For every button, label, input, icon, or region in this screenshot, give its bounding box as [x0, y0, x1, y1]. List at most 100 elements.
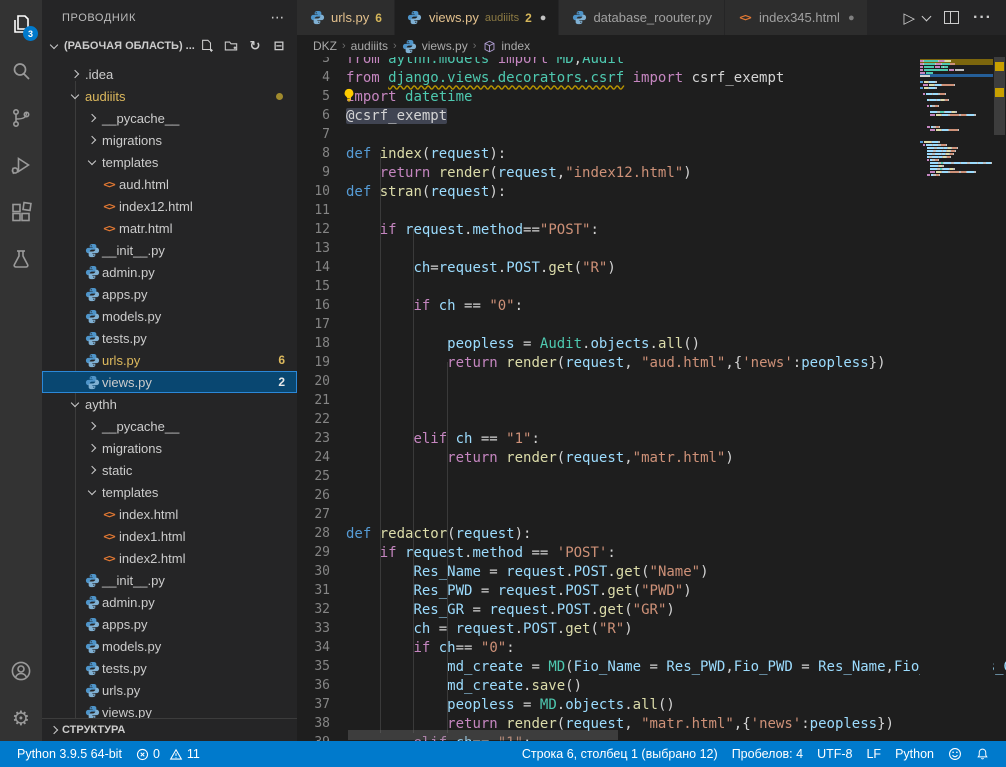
- tab-views-py[interactable]: views.pyaudiiits2●: [395, 0, 559, 35]
- tree-item-migrations[interactable]: migrations: [42, 437, 297, 459]
- tree-item-index2-html[interactable]: <>index2.html: [42, 547, 297, 569]
- tree-item-urls-py[interactable]: urls.py: [42, 679, 297, 701]
- tree-item-templates[interactable]: templates: [42, 151, 297, 173]
- code-line-17[interactable]: 17: [297, 315, 1006, 334]
- code-line-6[interactable]: 6@csrf_exempt: [297, 106, 1006, 125]
- code-line-32[interactable]: 32 Res_GR = request.POST.get("GR"): [297, 600, 1006, 619]
- tree-item-index-html[interactable]: <>index.html: [42, 503, 297, 525]
- tree-item-urls-py[interactable]: urls.py6: [42, 349, 297, 371]
- explorer-icon[interactable]: 3: [0, 0, 42, 47]
- code-line-8[interactable]: 8def index(request):: [297, 144, 1006, 163]
- encoding-setting[interactable]: UTF-8: [810, 741, 859, 767]
- code-line-29[interactable]: 29 if request.method == 'POST':: [297, 543, 1006, 562]
- code-line-34[interactable]: 34 if ch== "0":: [297, 638, 1006, 657]
- code-line-13[interactable]: 13: [297, 239, 1006, 258]
- tab-index345-html[interactable]: <>index345.html●: [725, 0, 868, 35]
- more-actions-icon[interactable]: ···: [973, 9, 992, 27]
- breadcrumb-item-dkz[interactable]: DKZ: [313, 39, 337, 53]
- problems-indicator[interactable]: 0 11: [129, 741, 207, 767]
- code-line-33[interactable]: 33 ch = request.POST.get("R"): [297, 619, 1006, 638]
- code-line-31[interactable]: 31 Res_PWD = request.POST.get("PWD"): [297, 581, 1006, 600]
- dirty-dot-icon[interactable]: ●: [540, 12, 547, 24]
- workspace-section-header[interactable]: (РАБОЧАЯ ОБЛАСТЬ) ... ↻ ⊟: [42, 35, 297, 57]
- code-line-14[interactable]: 14 ch=request.POST.get("R"): [297, 258, 1006, 277]
- outline-section-header[interactable]: СТРУКТУРА: [42, 718, 297, 741]
- tree-item-admin-py[interactable]: admin.py: [42, 591, 297, 613]
- dirty-dot-icon[interactable]: ●: [848, 12, 855, 24]
- tree-item-models-py[interactable]: models.py: [42, 305, 297, 327]
- extensions-icon[interactable]: [0, 188, 42, 235]
- horizontal-scrollbar[interactable]: [348, 730, 618, 740]
- tree-item--pycache-[interactable]: __pycache__: [42, 107, 297, 129]
- search-icon[interactable]: [0, 47, 42, 94]
- code-line-20[interactable]: 20: [297, 372, 1006, 391]
- code-line-15[interactable]: 15: [297, 277, 1006, 296]
- indentation-setting[interactable]: Пробелов: 4: [725, 741, 810, 767]
- code-line-27[interactable]: 27: [297, 505, 1006, 524]
- tree-item-static[interactable]: static: [42, 459, 297, 481]
- code-line-3[interactable]: 3from aythh.models import MD,Audit: [297, 57, 1006, 68]
- feedback-smiley-icon[interactable]: [941, 741, 969, 767]
- tree-item-index1-html[interactable]: <>index1.html: [42, 525, 297, 547]
- tree-item--init-py[interactable]: __init__.py: [42, 569, 297, 591]
- collapse-all-icon[interactable]: ⊟: [271, 38, 287, 54]
- tree-item-models-py[interactable]: models.py: [42, 635, 297, 657]
- code-line-21[interactable]: 21: [297, 391, 1006, 410]
- code-line-26[interactable]: 26: [297, 486, 1006, 505]
- eol-setting[interactable]: LF: [859, 741, 888, 767]
- tree-item-migrations[interactable]: migrations: [42, 129, 297, 151]
- tree-item-apps-py[interactable]: apps.py: [42, 613, 297, 635]
- tree-item-index12-html[interactable]: <>index12.html: [42, 195, 297, 217]
- account-icon[interactable]: [0, 647, 42, 694]
- tree-item-matr-html[interactable]: <>matr.html: [42, 217, 297, 239]
- new-file-icon[interactable]: [199, 38, 215, 54]
- run-button[interactable]: ▷: [903, 9, 915, 27]
- tree-item-tests-py[interactable]: tests.py: [42, 657, 297, 679]
- lightbulb-icon[interactable]: [342, 88, 356, 102]
- split-editor-icon[interactable]: [944, 11, 959, 24]
- code-line-24[interactable]: 24 return render(request,"matr.html"): [297, 448, 1006, 467]
- tree-item--idea[interactable]: .idea: [42, 63, 297, 85]
- tree-item-aythh[interactable]: aythh: [42, 393, 297, 415]
- tree-item-templates[interactable]: templates: [42, 481, 297, 503]
- code-line-30[interactable]: 30 Res_Name = request.POST.get("Name"): [297, 562, 1006, 581]
- new-folder-icon[interactable]: [223, 38, 239, 54]
- python-interpreter[interactable]: Python 3.9.5 64-bit: [10, 741, 129, 767]
- code-line-23[interactable]: 23 elif ch == "1":: [297, 429, 1006, 448]
- tree-item-apps-py[interactable]: apps.py: [42, 283, 297, 305]
- code-line-37[interactable]: 37 peopless = MD.objects.all(): [297, 695, 1006, 714]
- tree-item-admin-py[interactable]: admin.py: [42, 261, 297, 283]
- code-line-28[interactable]: 28def redactor(request):: [297, 524, 1006, 543]
- tree-item--pycache-[interactable]: __pycache__: [42, 415, 297, 437]
- minimap[interactable]: [920, 57, 993, 741]
- notifications-bell-icon[interactable]: [969, 741, 996, 767]
- run-debug-icon[interactable]: [0, 141, 42, 188]
- tree-item-aud-html[interactable]: <>aud.html: [42, 173, 297, 195]
- tab-database-roouter-py[interactable]: database_roouter.py: [559, 0, 725, 35]
- code-line-16[interactable]: 16 if ch == "0":: [297, 296, 1006, 315]
- code-line-9[interactable]: 9 return render(request,"index12.html"): [297, 163, 1006, 182]
- settings-gear-icon[interactable]: ⚙: [0, 694, 42, 741]
- language-mode[interactable]: Python: [888, 741, 941, 767]
- tab-urls-py[interactable]: urls.py6: [297, 0, 395, 35]
- code-editor[interactable]: 3from aythh.models import MD,Audit4from …: [297, 57, 1006, 741]
- code-line-11[interactable]: 11: [297, 201, 1006, 220]
- breadcrumb-item-views-py[interactable]: views.py: [402, 38, 468, 54]
- run-dropdown-icon[interactable]: [922, 11, 932, 21]
- code-line-25[interactable]: 25: [297, 467, 1006, 486]
- tree-item-tests-py[interactable]: tests.py: [42, 327, 297, 349]
- code-line-35[interactable]: 35 md_create = MD(Fio_Name = Res_PWD,Fio…: [297, 657, 1006, 676]
- code-line-18[interactable]: 18 peopless = Audit.objects.all(): [297, 334, 1006, 353]
- code-line-22[interactable]: 22: [297, 410, 1006, 429]
- vertical-scrollbar[interactable]: [993, 57, 1006, 741]
- breadcrumb-item-audiiits[interactable]: audiiits: [351, 39, 388, 53]
- code-line-12[interactable]: 12 if request.method=="POST":: [297, 220, 1006, 239]
- code-line-7[interactable]: 7: [297, 125, 1006, 144]
- breadcrumb-item-index[interactable]: index: [481, 38, 530, 54]
- source-control-icon[interactable]: [0, 94, 42, 141]
- code-line-5[interactable]: 5import datetime: [297, 87, 1006, 106]
- tree-item-views-py[interactable]: views.py2: [42, 371, 297, 393]
- code-line-10[interactable]: 10def stran(request):: [297, 182, 1006, 201]
- sidebar-more-actions[interactable]: ⋯: [270, 10, 285, 26]
- code-line-36[interactable]: 36 md_create.save(): [297, 676, 1006, 695]
